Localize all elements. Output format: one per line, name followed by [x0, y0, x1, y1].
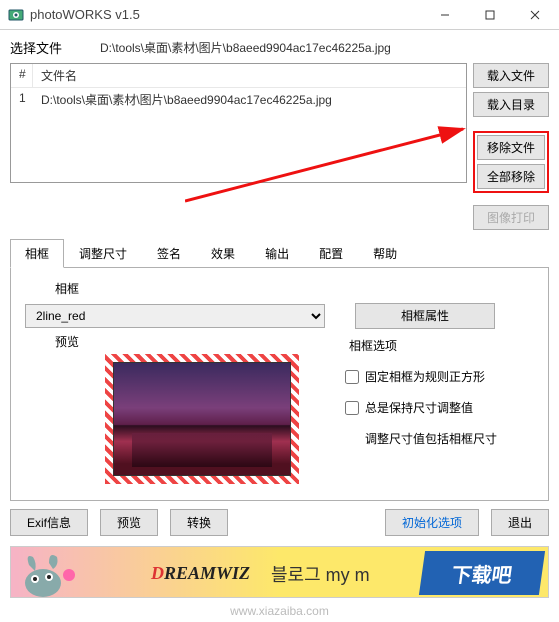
frame-select[interactable]: 2line_red — [25, 304, 325, 328]
col-name-header[interactable]: 文件名 — [33, 64, 466, 87]
init-options-button[interactable]: 初始化选项 — [385, 509, 479, 536]
path-row: 选择文件 D:\tools\桌面\素材\图片\b8aeed9904ac17ec4… — [10, 34, 549, 63]
highlight-box: 移除文件 全部移除 — [473, 131, 549, 193]
frame-options-header: 相框选项 — [349, 337, 534, 354]
chk-fixed-square[interactable]: 固定相框为规则正方形 — [345, 368, 534, 385]
bunny-character-icon — [15, 549, 95, 597]
col-index-header[interactable]: # — [11, 64, 33, 87]
tab-body-frame: 相框 2line_red 相框属性 预览 相框选项 固定相框为规则正方形 — [10, 268, 549, 501]
side-buttons: 载入文件 载入目录 移除文件 全部移除 图像打印 — [473, 63, 549, 230]
resize-includes-frame-label: 调整尺寸值包括相框尺寸 — [345, 430, 534, 447]
frame-options: 相框选项 固定相框为规则正方形 总是保持尺寸调整值 调整尺寸值包括相框尺寸 — [345, 333, 534, 484]
tab-config[interactable]: 配置 — [304, 239, 358, 268]
preview-frame — [105, 354, 299, 484]
exif-button[interactable]: Exif信息 — [10, 509, 88, 536]
maximize-button[interactable] — [467, 1, 512, 29]
preview-button[interactable]: 预览 — [100, 509, 158, 536]
bottom-bar: Exif信息 预览 转换 初始化选项 退出 — [0, 501, 559, 544]
preview-image — [113, 362, 291, 476]
selected-file-path: D:\tools\桌面\素材\图片\b8aeed9904ac17ec46225a… — [100, 39, 391, 56]
preview-label: 预览 — [25, 333, 335, 350]
load-dir-button[interactable]: 载入目录 — [473, 92, 549, 117]
frame-properties-button[interactable]: 相框属性 — [355, 303, 495, 329]
chk-keep-resize-input[interactable] — [345, 401, 359, 415]
chk-fixed-square-input[interactable] — [345, 370, 359, 384]
remove-all-button[interactable]: 全部移除 — [477, 164, 545, 189]
download-stamp: 下载吧 — [419, 551, 545, 595]
window-title: photoWORKS v1.5 — [30, 7, 422, 22]
tab-frame[interactable]: 相框 — [10, 239, 64, 268]
tab-effect[interactable]: 效果 — [196, 239, 250, 268]
remove-file-button[interactable]: 移除文件 — [477, 135, 545, 160]
chk-keep-resize-label: 总是保持尺寸调整值 — [365, 399, 473, 416]
frame-section-label: 相框 — [25, 280, 534, 297]
close-button[interactable] — [512, 1, 557, 29]
row-filename: D:\tools\桌面\素材\图片\b8aeed9904ac17ec46225a… — [33, 88, 466, 111]
chk-fixed-square-label: 固定相框为规则正方形 — [365, 368, 485, 385]
app-icon — [8, 7, 24, 23]
convert-button[interactable]: 转换 — [170, 509, 228, 536]
tab-bar: 相框 调整尺寸 签名 效果 输出 配置 帮助 — [10, 238, 549, 268]
row-index: 1 — [11, 88, 33, 111]
print-button[interactable]: 图像打印 — [473, 205, 549, 230]
footer-banner: DREAMWIZ 블로그 my m 下载吧 — [10, 546, 549, 598]
table-row[interactable]: 1 D:\tools\桌面\素材\图片\b8aeed9904ac17ec4622… — [11, 88, 466, 111]
load-file-button[interactable]: 载入文件 — [473, 63, 549, 88]
tab-resize[interactable]: 调整尺寸 — [64, 239, 142, 268]
select-file-label: 选择文件 — [10, 38, 100, 57]
dreamwiz-logo: DREAMWIZ — [151, 563, 250, 584]
blog-logo: 블로그 my m — [271, 561, 370, 587]
watermark: www.xiazaiba.com — [0, 604, 559, 622]
exit-button[interactable]: 退出 — [491, 509, 549, 536]
tab-output[interactable]: 输出 — [250, 239, 304, 268]
tab-sign[interactable]: 签名 — [142, 239, 196, 268]
chk-keep-resize[interactable]: 总是保持尺寸调整值 — [345, 399, 534, 416]
tab-help[interactable]: 帮助 — [358, 239, 412, 268]
file-list-table[interactable]: # 文件名 1 D:\tools\桌面\素材\图片\b8aeed9904ac17… — [10, 63, 467, 183]
title-bar: photoWORKS v1.5 — [0, 0, 559, 30]
main-content: 选择文件 D:\tools\桌面\素材\图片\b8aeed9904ac17ec4… — [0, 30, 559, 501]
minimize-button[interactable] — [422, 1, 467, 29]
